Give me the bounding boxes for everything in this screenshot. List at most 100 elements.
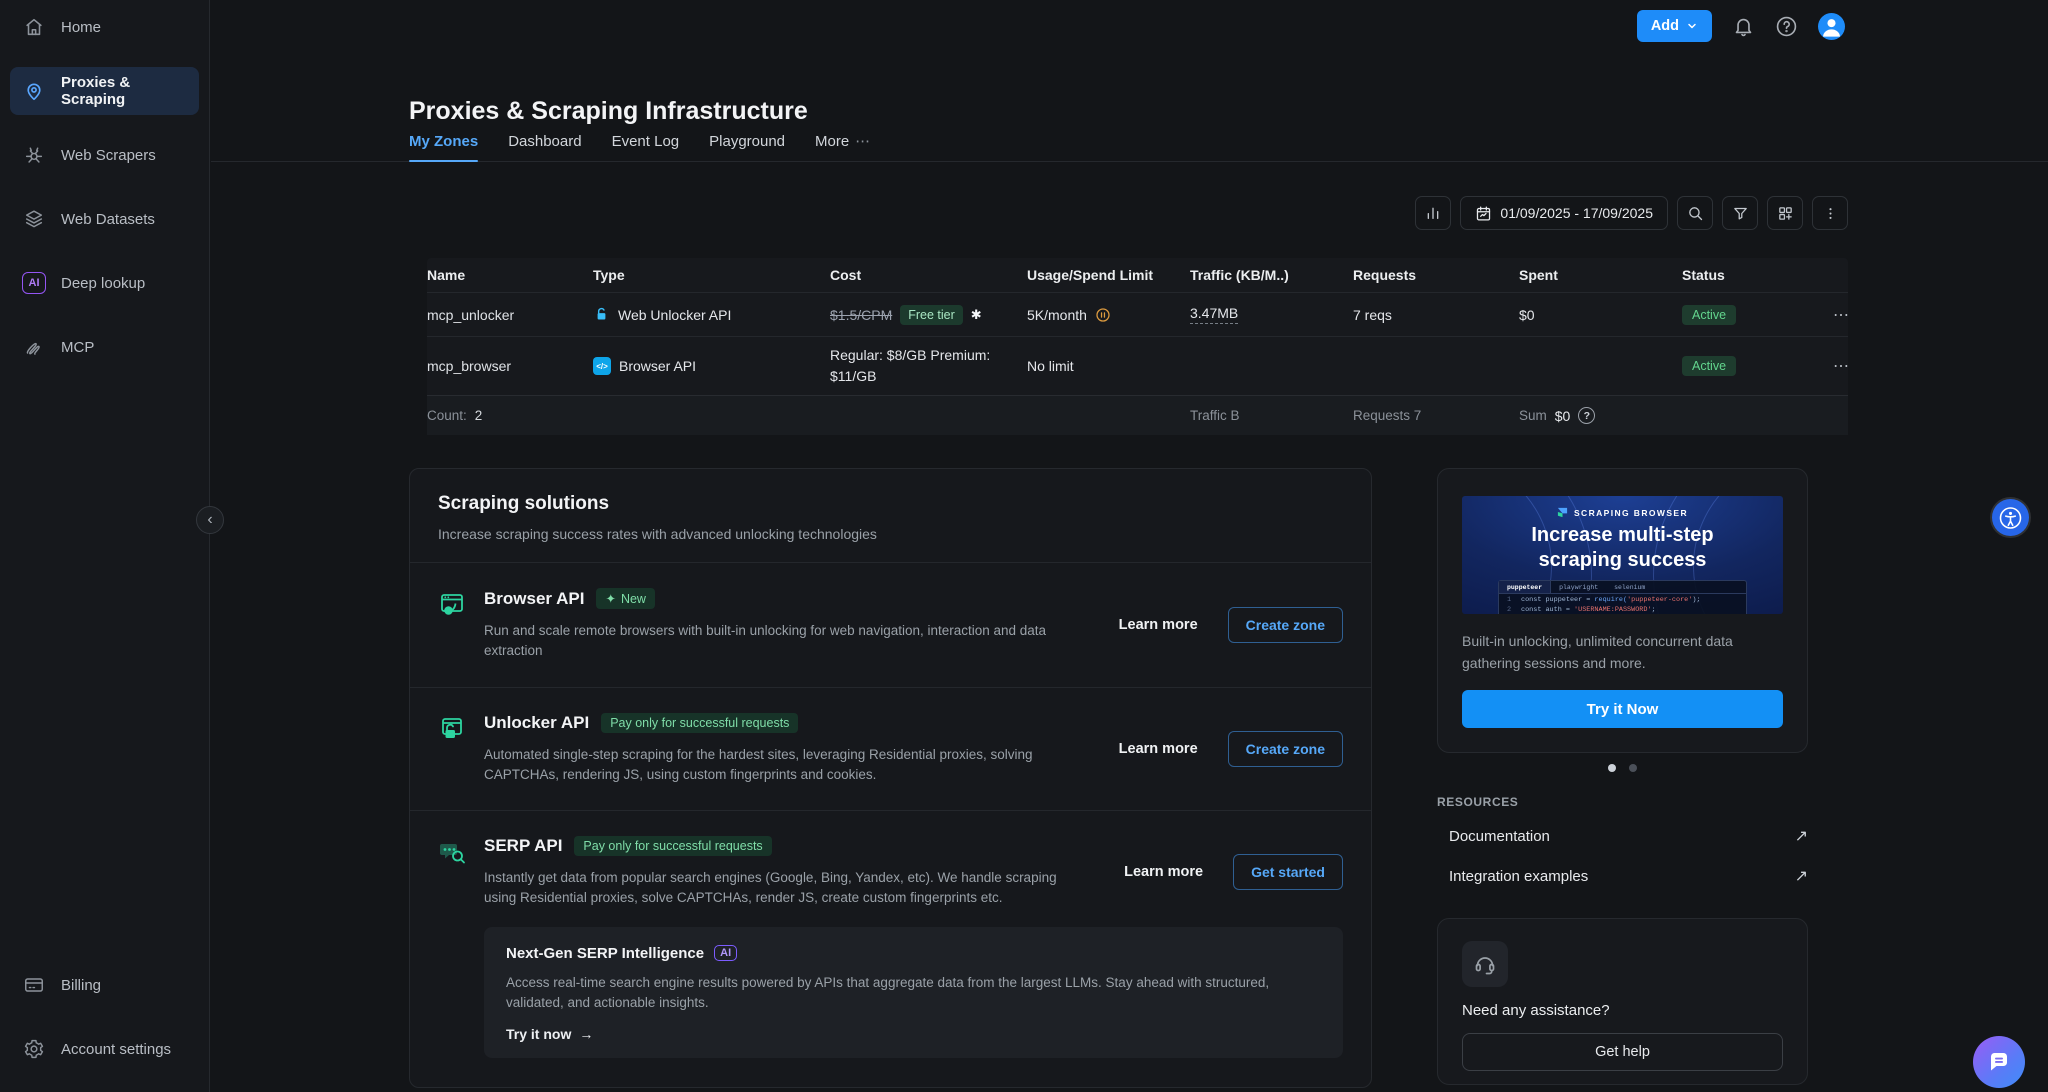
banner-code-panel: puppeteer playwright selenium 1 const pu… (1498, 580, 1747, 614)
sidebar-item-account-settings[interactable]: Account settings (10, 1025, 199, 1073)
carousel-dot-2[interactable] (1629, 764, 1637, 772)
chat-button[interactable] (1973, 1036, 2025, 1088)
zones-table: Name Type Cost Usage/Spend Limit Traffic… (427, 258, 1848, 435)
promo-banner[interactable]: SCRAPING BROWSER Increase multi-step scr… (1462, 496, 1783, 614)
resources-title: RESOURCES (1437, 795, 1808, 809)
chevron-left-icon: ‹ (207, 511, 212, 529)
try-it-now-button[interactable]: Try it Now (1462, 690, 1783, 728)
filter-button[interactable] (1722, 196, 1758, 230)
column-header-status: Status (1682, 267, 1827, 283)
row-menu-button[interactable]: ⋯ (1827, 304, 1839, 326)
column-header-name: Name (427, 267, 593, 283)
filter-funnel-icon (1732, 205, 1749, 222)
solution-serp-api: SERP API Pay only for successful request… (410, 810, 1371, 1087)
help-question: Need any assistance? (1462, 1002, 1783, 1019)
usage-limit: No limit (1027, 358, 1190, 374)
status-badge: Active (1682, 305, 1736, 325)
external-link-icon: ↗ (1795, 866, 1808, 886)
sum-value: $0 (1555, 408, 1571, 424)
zone-type: Browser API (619, 358, 696, 374)
table-row[interactable]: mcp_unlocker Web Unlocker API $1.5/CPM F… (427, 292, 1848, 336)
person-icon (1818, 13, 1845, 40)
requests-value: 7 reqs (1353, 307, 1519, 323)
get-help-button[interactable]: Get help (1462, 1033, 1783, 1071)
sidebar-item-web-scrapers[interactable]: Web Scrapers (10, 131, 199, 179)
sidebar-nav: Home Proxies & Scraping Web Scrapers Web… (0, 3, 209, 387)
learn-more-link[interactable]: Learn more (1118, 863, 1209, 881)
resource-link-documentation[interactable]: Documentation ↗ (1437, 823, 1808, 849)
sidebar-item-deep-lookup[interactable]: AI Deep lookup (10, 259, 199, 307)
sum-help-icon[interactable]: ? (1578, 407, 1595, 424)
sum-label: Sum (1519, 408, 1547, 423)
code-tab-selenium: selenium (1606, 581, 1653, 593)
zone-name: mcp_browser (427, 358, 593, 374)
carousel-dot-1[interactable] (1608, 764, 1616, 772)
sidebar-item-proxies-scraping[interactable]: Proxies & Scraping (10, 67, 199, 115)
table-menu-button[interactable] (1812, 196, 1848, 230)
column-header-requests: Requests (1353, 267, 1519, 283)
create-zone-button[interactable]: Create zone (1228, 607, 1343, 643)
learn-more-link[interactable]: Learn more (1113, 740, 1204, 758)
row-menu-button[interactable]: ⋯ (1827, 355, 1839, 377)
sidebar-item-web-datasets[interactable]: Web Datasets (10, 195, 199, 243)
tab-playground[interactable]: Playground (709, 132, 785, 161)
pay-success-badge: Pay only for successful requests (601, 713, 798, 733)
search-button[interactable] (1677, 196, 1713, 230)
calendar-icon (1475, 205, 1492, 222)
tab-divider (211, 161, 2048, 162)
tab-more[interactable]: More⋯ (815, 132, 872, 161)
sidebar-item-label: MCP (61, 339, 94, 356)
count-value: 2 (475, 408, 483, 423)
accessibility-button[interactable] (1992, 499, 2029, 536)
user-avatar[interactable] (1818, 13, 1845, 40)
serp-card-description: Access real-time search engine results p… (506, 973, 1321, 1014)
sidebar-item-billing[interactable]: Billing (10, 961, 199, 1009)
tab-event-log[interactable]: Event Log (612, 132, 680, 161)
solution-description: Automated single-step scraping for the h… (484, 745, 1075, 786)
sidebar-item-mcp[interactable]: MCP (10, 323, 199, 371)
zone-type: Web Unlocker API (618, 307, 731, 323)
solutions-title: Scraping solutions (438, 493, 1343, 515)
table-header-row: Name Type Cost Usage/Spend Limit Traffic… (427, 258, 1848, 292)
get-started-button[interactable]: Get started (1233, 854, 1343, 890)
tab-my-zones[interactable]: My Zones (409, 132, 478, 161)
solution-description: Instantly get data from popular search e… (484, 868, 1080, 909)
resource-link-integration-examples[interactable]: Integration examples ↗ (1437, 863, 1808, 889)
layers-icon (22, 207, 46, 231)
table-toolbar: 01/09/2025 - 17/09/2025 (1415, 196, 1848, 230)
sidebar-collapse-button[interactable]: ‹ (196, 506, 224, 534)
traffic-value[interactable]: 3.47MB (1190, 305, 1238, 324)
free-tier-badge: Free tier (900, 305, 963, 325)
help-button[interactable] (1775, 15, 1798, 38)
column-header-usage: Usage/Spend Limit (1027, 267, 1190, 283)
zone-name: mcp_unlocker (427, 307, 593, 323)
add-button[interactable]: Add (1637, 10, 1712, 42)
table-footer-row: Count: 2 Traffic B Requests 7 Sum $0 ? (427, 395, 1848, 435)
sidebar-item-label: Web Datasets (61, 211, 155, 228)
grid-plus-icon (1777, 205, 1794, 222)
date-range-button[interactable]: 01/09/2025 - 17/09/2025 (1460, 196, 1668, 230)
notifications-button[interactable] (1732, 15, 1755, 38)
solutions-header: Scraping solutions Increase scraping suc… (410, 469, 1371, 562)
code-chip-icon: </> (593, 357, 611, 375)
traffic-summary: Traffic B (1190, 408, 1353, 423)
learn-more-link[interactable]: Learn more (1113, 616, 1204, 634)
try-it-now-link[interactable]: Try it now → (506, 1026, 593, 1042)
gear-icon (22, 1037, 46, 1061)
table-row[interactable]: mcp_browser </> Browser API Regular: $8/… (427, 336, 1848, 395)
columns-button[interactable] (1767, 196, 1803, 230)
unlocker-api-icon (438, 713, 466, 743)
old-cost: $1.5/CPM (830, 307, 892, 323)
sidebar-item-home[interactable]: Home (10, 3, 199, 51)
create-zone-button[interactable]: Create zone (1228, 731, 1343, 767)
tab-dashboard[interactable]: Dashboard (508, 132, 581, 161)
chart-view-button[interactable] (1415, 196, 1451, 230)
solution-name: Unlocker API (484, 713, 589, 733)
sidebar-item-label: Account settings (61, 1041, 171, 1058)
brand-logo-icon (1557, 507, 1568, 518)
accessibility-icon (1998, 505, 2023, 531)
sidebar-item-label: Billing (61, 977, 101, 994)
credit-card-icon (22, 973, 46, 997)
usage-limit: 5K/month (1027, 307, 1087, 323)
tab-bar: My Zones Dashboard Event Log Playground … (409, 132, 872, 161)
